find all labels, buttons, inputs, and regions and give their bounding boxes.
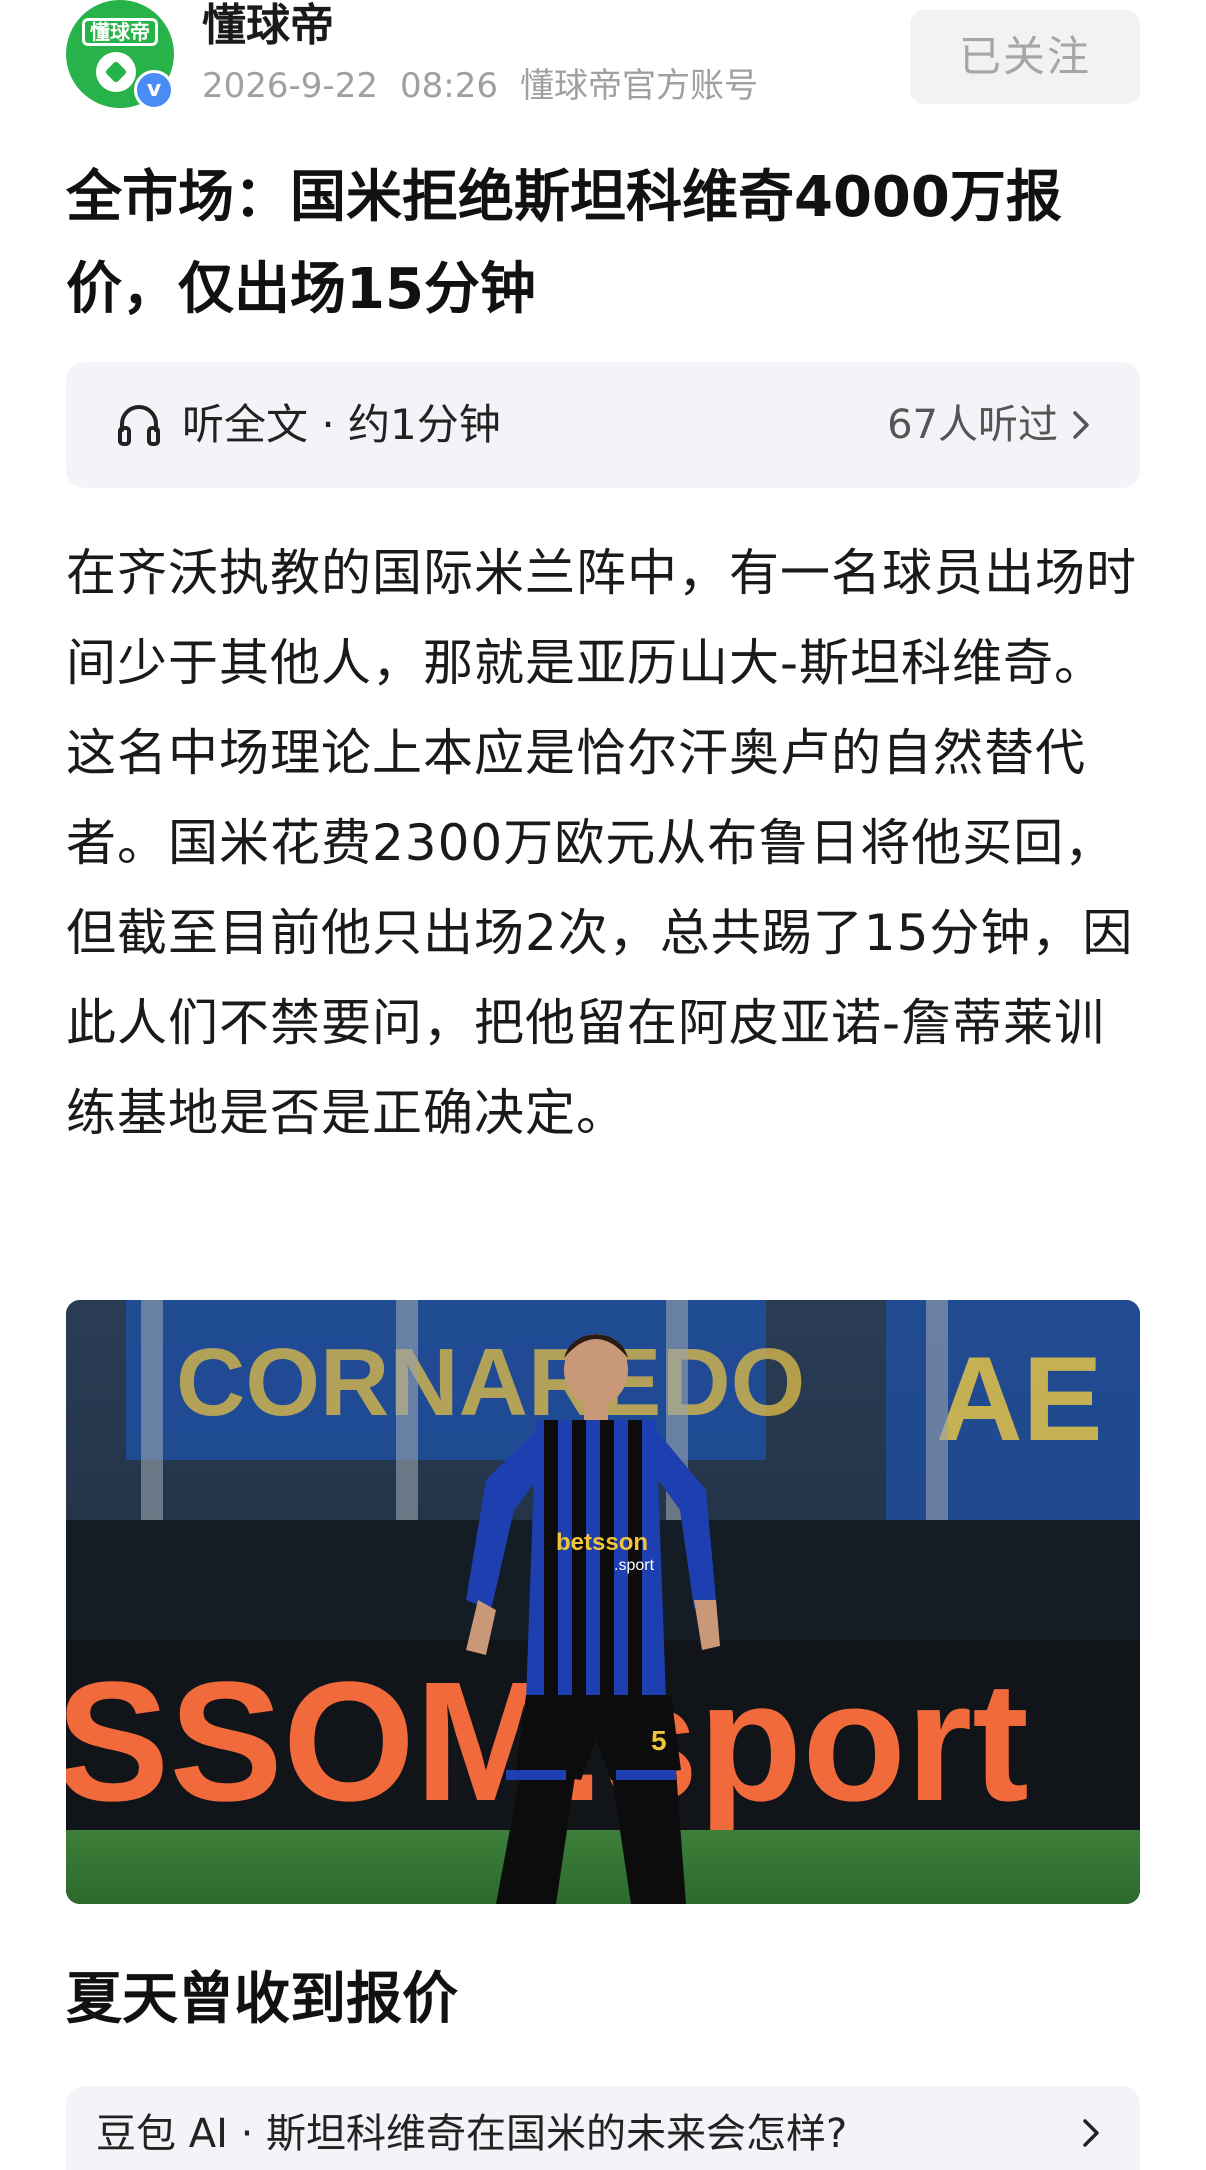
article-page: 懂球帝 v 懂球帝 2026-9-22 08:26 懂球帝官方账号 已关注 全市场：… (0, 0, 1206, 2170)
ai-question-text: 豆包 AI · 斯坦科维奇在国米的未来会怎样? (96, 2111, 848, 2157)
section-heading: 夏天曾收到报价 (66, 1967, 458, 2032)
post-time: 08:26 (399, 66, 498, 106)
article-photo[interactable]: CORNAREDO AE SSOM.sport (66, 1300, 1140, 1904)
banner-text: CORNAREDO (176, 1329, 805, 1436)
player-photo-illustration: CORNAREDO AE SSOM.sport (66, 1300, 1140, 1904)
shirt-number: 5 (651, 1725, 667, 1756)
banner-text-right: AE (936, 1332, 1103, 1466)
avatar-logo-text: 懂球帝 (82, 18, 158, 46)
post-meta: 2026-9-22 08:26 懂球帝官方账号 (202, 64, 758, 108)
chevron-right-icon (1083, 2119, 1099, 2147)
listen-count: 67人听过 (887, 402, 1058, 448)
listen-label: 听全文 · 约1分钟 (182, 400, 501, 449)
follow-button[interactable]: 已关注 (910, 10, 1140, 104)
football-icon (96, 52, 136, 92)
sponsor-text: betsson (556, 1529, 648, 1556)
chevron-right-icon (1073, 411, 1089, 439)
ai-text-fade (880, 2086, 1140, 2170)
article-header: 懂球帝 v 懂球帝 2026-9-22 08:26 懂球帝官方账号 已关注 (66, 0, 1140, 112)
listen-full-text-bar[interactable]: 听全文 · 约1分钟 67人听过 (66, 362, 1140, 488)
article-title: 全市场：国米拒绝斯坦科维奇4000万报价，仅出场15分钟 (66, 165, 1062, 322)
author-name[interactable]: 懂球帝 (202, 0, 334, 52)
account-type: 懂球帝官方账号 (519, 66, 758, 106)
ai-question-bar[interactable]: 豆包 AI · 斯坦科维奇在国米的未来会怎样? (66, 2086, 1140, 2170)
headphone-icon (118, 405, 160, 446)
verified-icon: v (134, 70, 174, 110)
article-body: 在齐沃执教的国际米兰阵中，有一名球员出场时间少于其他人，那就是亚历山大-斯坦科维… (66, 544, 1137, 1142)
sponsor-subtext: .sport (614, 1557, 655, 1574)
post-date: 2026-9-22 (202, 66, 378, 106)
